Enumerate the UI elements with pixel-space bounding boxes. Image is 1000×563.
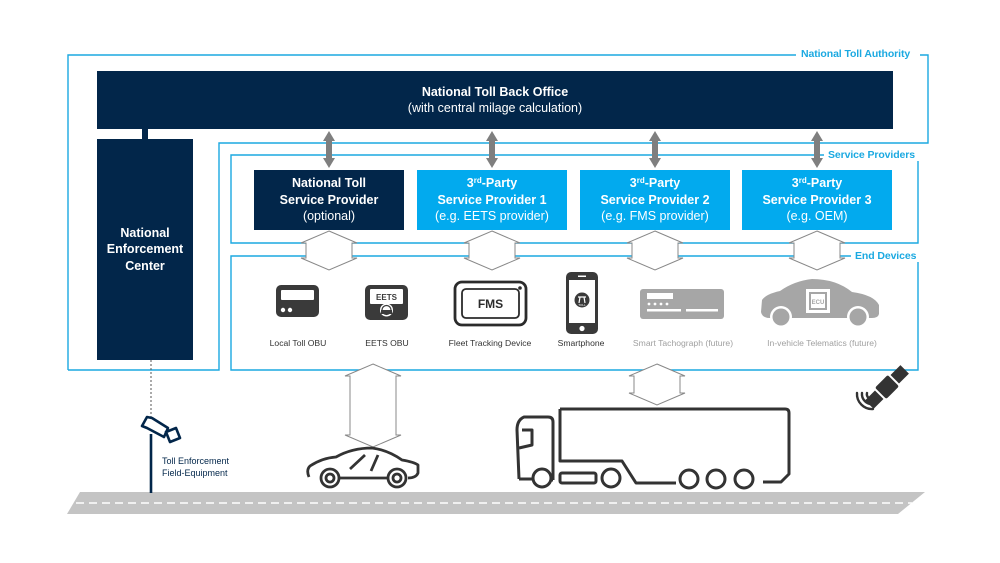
provider-0-line2: Service Provider [279,192,379,207]
eets-obu-icon: EETS [365,285,408,320]
tachograph-icon [640,289,724,319]
provider-3-line3: (e.g. OEM) [786,209,848,224]
enforcement-center-box: National Enforcement Center [97,139,193,360]
enforcement-center-line2: Enforcement [106,242,184,257]
device-vehicle-arrows [344,363,686,448]
hollow-arrow-1 [463,230,521,271]
enforcement-center-line3: Center [125,258,165,273]
device-label-local-toll-obu: Local Toll OBU [269,338,327,348]
ecu-icon-text: ECU [812,300,825,306]
field-equipment-line2: Field-Equipment [162,468,228,479]
bidirectional-arrow-2 [649,131,661,168]
fms-icon-text: FMS [478,297,503,311]
field-equipment-line1: Toll Enforcement [162,456,230,466]
back-office-title: National Toll Back Office [421,84,569,99]
field-equipment-label: Toll Enforcement Field-Equipment [162,455,229,479]
provider-1-sup: rd [473,176,482,186]
device-label-fleet-tracking: Fleet Tracking Device [448,338,532,348]
hollow-arrow-2 [626,230,684,271]
provider-3-line2: Service Provider 3 [762,192,872,207]
provider-box-3rd-party-2: 3rd-Party Service Provider 2 (e.g. FMS p… [580,170,730,230]
authority-frame-label: National Toll Authority [797,48,915,60]
provider-device-arrows [300,230,846,271]
toll-app-text: TOLL [578,303,586,307]
provider-box-3rd-party-1: 3rd-Party Service Provider 1 (e.g. EETS … [417,170,567,230]
end-devices-frame-label: End Devices [851,250,921,262]
bidirectional-arrow-3 [811,131,823,168]
bidirectional-arrow-1 [486,131,498,168]
eets-icon-text: EETS [376,293,398,302]
backoffice-provider-arrows [323,131,823,168]
hollow-arrow-car [344,363,402,448]
fms-device-icon: FMS [453,280,528,327]
provider-2-line1-rest: -Party [644,176,681,191]
provider-1-line1-rest: -Party [481,176,518,191]
provider-0-line1: National Toll [291,176,367,191]
provider-1-line2: Service Provider 1 [437,192,547,207]
provider-3-sup: rd [798,176,807,186]
device-label-smart-tachograph: Smart Tachograph (future) [632,338,734,348]
provider-1-line1: 3 [466,176,474,191]
provider-3-line1-rest: -Party [806,176,843,191]
device-label-in-vehicle-telematics: In-vehicle Telematics (future) [767,338,877,348]
provider-0-line3: (optional) [302,209,356,224]
back-office-subtitle: (with central milage calculation) [407,101,583,115]
provider-3-line1: 3 [791,176,799,191]
service-providers-frame-label: Service Providers [824,149,920,161]
hollow-arrow-0 [300,230,358,271]
obu-icon [276,285,319,317]
device-label-eets-obu: EETS OBU [365,338,409,348]
road [67,492,925,514]
device-label-smartphone: Smartphone [557,338,605,348]
smartphone-icon: TOLL [566,272,598,334]
provider-2-line3: (e.g. FMS provider) [601,209,709,224]
provider-box-national: National Toll Service Provider (optional… [254,170,404,230]
ecu-car-icon: ECU [761,279,879,328]
hollow-arrow-3 [788,230,846,271]
bidirectional-arrow-0 [323,131,335,168]
provider-2-line1: 3 [629,176,637,191]
car-icon [306,446,420,489]
back-office-box: National Toll Back Office (with central … [97,71,893,129]
provider-2-line2: Service Provider 2 [600,192,710,207]
truck-icon [515,407,791,490]
provider-box-3rd-party-3: 3rd-Party Service Provider 3 (e.g. OEM) [742,170,892,230]
provider-2-sup: rd [636,176,645,186]
provider-1-line3: (e.g. EETS provider) [435,209,549,224]
enforcement-center-line1: National [120,225,170,240]
